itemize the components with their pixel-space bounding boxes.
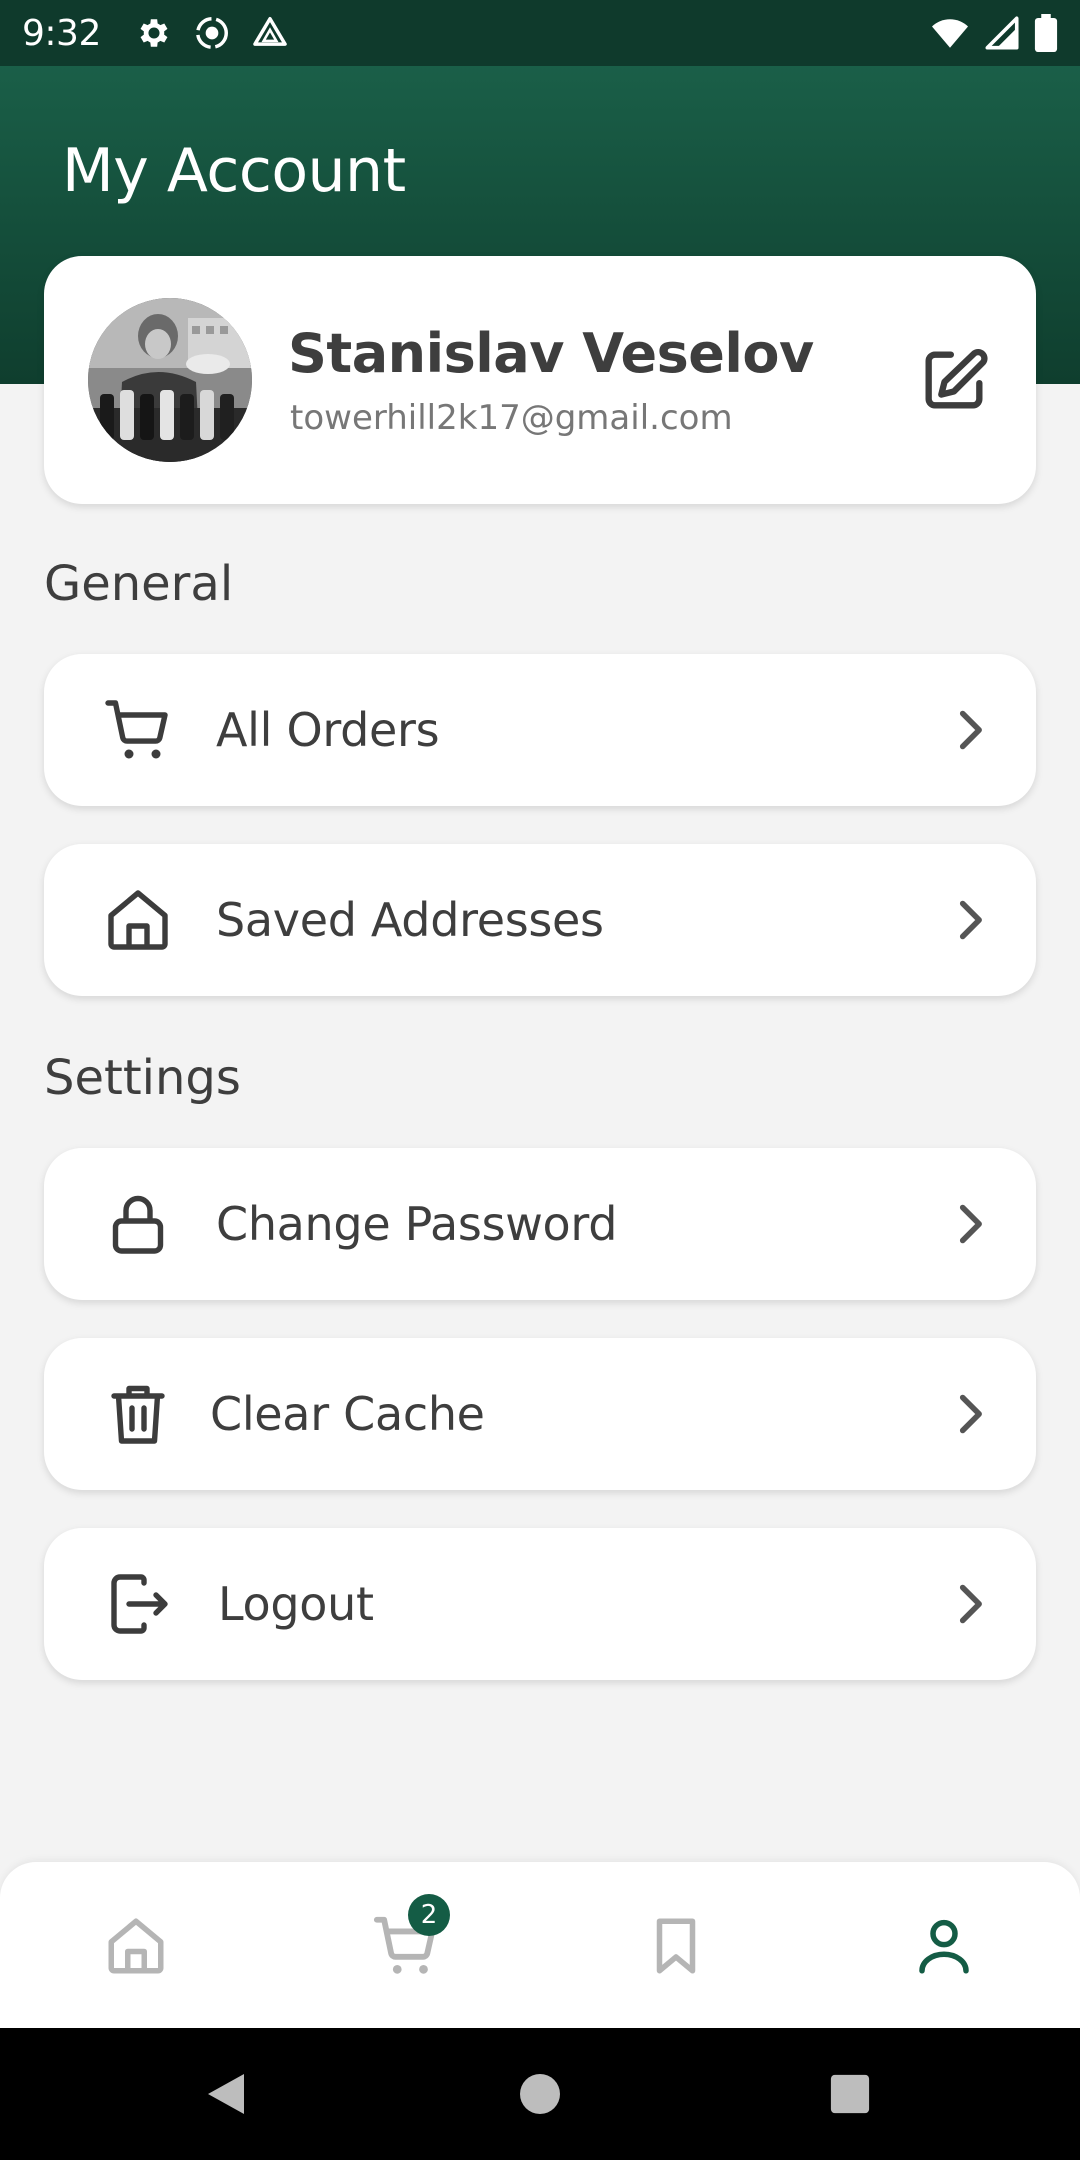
menu-item-clear-cache[interactable]: Clear Cache: [44, 1338, 1036, 1490]
system-back-button[interactable]: [186, 2028, 266, 2160]
cart-icon: [102, 694, 174, 766]
menu-item-label: Clear Cache: [210, 1387, 485, 1441]
profile-icon: [919, 1919, 969, 1974]
recents-icon: [830, 2074, 870, 2114]
nav-profile[interactable]: [902, 1904, 986, 1988]
status-bar: 9:32: [0, 0, 1080, 66]
section-title-settings: Settings: [44, 1050, 241, 1106]
menu-item-label: All Orders: [216, 703, 440, 757]
chevron-right-icon: [959, 710, 982, 750]
chevron-right-icon: [959, 1584, 982, 1624]
menu-item-logout[interactable]: Logout: [44, 1528, 1036, 1680]
menu-item-change-password[interactable]: Change Password: [44, 1148, 1036, 1300]
avatar: [88, 298, 252, 462]
trash-icon: [102, 1378, 174, 1450]
status-icons-right: [930, 14, 1058, 52]
system-home-button[interactable]: [500, 2028, 580, 2160]
edit-icon: [925, 349, 988, 409]
bottom-nav: 2: [0, 1862, 1080, 2028]
logout-icon: [102, 1568, 174, 1640]
home-circle-icon: [520, 2074, 560, 2114]
lock-icon: [102, 1188, 174, 1260]
profile-email: towerhill2k17@gmail.com: [290, 398, 733, 438]
chevron-right-icon: [959, 900, 982, 940]
home-icon: [102, 884, 174, 956]
edit-profile-button[interactable]: [916, 342, 992, 418]
drive-icon: [251, 14, 289, 52]
bookmark-icon: [656, 1918, 696, 1974]
chevron-right-icon: [959, 1204, 982, 1244]
page-title: My Account: [62, 136, 406, 206]
system-nav-bar: [0, 2028, 1080, 2160]
nav-saved[interactable]: [634, 1904, 718, 1988]
profile-name: Stanislav Veselov: [288, 322, 814, 385]
gear-icon: [135, 14, 173, 52]
system-recents-button[interactable]: [810, 2028, 890, 2160]
nav-cart[interactable]: 2: [364, 1894, 450, 1988]
chevron-right-icon: [959, 1394, 982, 1434]
wifi-icon: [930, 15, 970, 51]
back-icon: [208, 2074, 244, 2114]
menu-item-all-orders[interactable]: All Orders: [44, 654, 1036, 806]
section-title-general: General: [44, 556, 234, 612]
avatar-photo: [88, 298, 252, 462]
status-icons-left: [135, 14, 289, 52]
menu-item-saved-addresses[interactable]: Saved Addresses: [44, 844, 1036, 996]
home-icon: [108, 1918, 164, 1974]
profile-card[interactable]: Stanislav Veselov towerhill2k17@gmail.co…: [44, 256, 1036, 504]
status-time: 9:32: [22, 12, 101, 54]
battery-icon: [1034, 14, 1058, 52]
menu-item-label: Saved Addresses: [216, 893, 604, 947]
menu-item-label: Change Password: [216, 1197, 618, 1251]
signal-icon: [984, 15, 1020, 51]
nav-home[interactable]: [94, 1904, 178, 1988]
record-icon: [193, 14, 231, 52]
cart-badge: 2: [408, 1894, 450, 1936]
menu-item-label: Logout: [218, 1577, 374, 1631]
